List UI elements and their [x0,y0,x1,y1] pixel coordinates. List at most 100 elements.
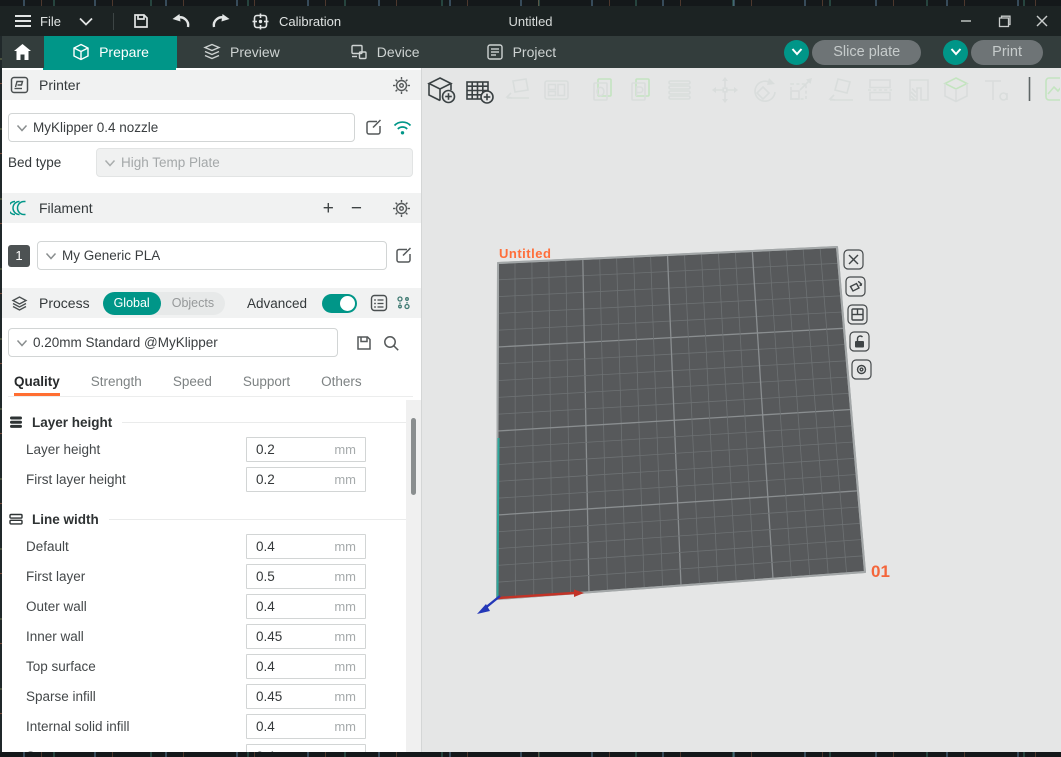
group-header: Line width [8,507,413,531]
add-object-icon[interactable] [429,78,455,103]
bed-type-label: Bed type [8,155,96,170]
orient-plate-button[interactable] [846,277,865,296]
filament-section-header: Filament + − [0,193,421,223]
tab-device[interactable]: Device [336,36,434,68]
maximize-button[interactable] [985,6,1023,36]
minimize-button[interactable] [947,6,985,36]
wifi-connection-icon[interactable] [392,119,413,136]
remove-filament-button[interactable]: − [351,199,362,218]
titlebar-separator [113,13,114,30]
build-plate[interactable] [497,247,865,599]
print-label[interactable]: Print [971,40,1043,65]
param-tab-strength[interactable]: Strength [91,374,142,396]
save-icon[interactable] [130,10,152,32]
file-menu[interactable]: File [40,14,61,29]
chevron-down-icon[interactable] [75,10,97,32]
printer-preset-combo[interactable]: MyKlipper 0.4 nozzle [8,113,355,142]
param-label: First layer height [26,472,246,487]
tab-prepare[interactable]: Prepare [44,36,177,68]
scope-objects[interactable]: Objects [161,292,225,315]
home-button[interactable] [0,36,44,68]
slice-plate-button[interactable]: Slice plate [784,40,921,65]
param-input[interactable]: 0.45mm [246,684,366,709]
tab-project[interactable]: Project [472,36,571,68]
param-value: 0.4 [256,719,334,734]
advanced-label: Advanced [247,296,307,311]
delete-plate-button[interactable] [844,250,863,269]
calibration-icon[interactable] [250,10,272,32]
hamburger-menu-icon[interactable] [12,10,34,32]
combo-chevron-icon [16,124,28,132]
param-value: 0.4 [256,659,334,674]
param-input[interactable]: 0.4mm [246,714,366,739]
group-title: Line width [32,512,99,527]
sidebar-scrollbar[interactable] [406,400,421,757]
param-input[interactable]: 0.4mm [246,654,366,679]
param-value: 0.45 [256,689,334,704]
param-input[interactable]: 0.5mm [246,564,366,589]
group-divider [122,422,413,423]
printer-settings-gear-icon[interactable] [392,76,411,95]
lock-plate-button[interactable] [850,332,869,351]
param-label: Outer wall [26,599,246,614]
scope-global[interactable]: Global [103,292,161,315]
slice-options-chevron-icon[interactable] [784,40,809,65]
param-row: Top surface0.4mm [0,651,421,681]
process-section-header: Process Global Objects Advanced [0,288,421,318]
tab-preview[interactable]: Preview [189,36,294,68]
viewport-toolbar [429,77,1060,103]
process-preset-combo[interactable]: 0.20mm Standard @MyKlipper [8,328,338,357]
sidebar-scrollbar-thumb[interactable] [411,418,416,495]
param-tab-speed[interactable]: Speed [173,374,212,396]
param-tab-quality[interactable]: Quality [14,374,60,396]
group-header: Layer height [8,410,413,434]
param-input[interactable]: 0.4mm [246,594,366,619]
redo-icon[interactable] [210,10,232,32]
undo-icon[interactable] [170,10,192,32]
add-plate-icon[interactable] [467,82,493,103]
close-button[interactable] [1023,6,1061,36]
save-preset-icon[interactable] [355,334,373,352]
param-tab-others[interactable]: Others [321,374,362,396]
arrange-plate-button[interactable] [848,305,867,324]
filament-settings-gear-icon[interactable] [392,199,411,218]
print-button[interactable]: Print [943,40,1043,65]
edit-filament-icon[interactable] [394,246,413,265]
param-label: Default [26,539,246,554]
add-filament-button[interactable]: + [323,199,334,218]
tab-project-label: Project [513,44,557,60]
objects-list-icon[interactable] [370,294,388,312]
group-title: Layer height [32,415,112,430]
search-preset-icon[interactable] [382,334,400,352]
param-label: Sparse infill [26,689,246,704]
combo-chevron-icon [45,252,57,260]
param-unit: mm [334,569,356,584]
text-tool-icon [985,81,1007,100]
param-row: Outer wall0.4mm [0,591,421,621]
calibration-label[interactable]: Calibration [279,14,341,29]
advanced-toggle[interactable] [322,294,357,313]
param-input[interactable]: 0.45mm [246,624,366,649]
param-row: Default0.4mm [0,531,421,561]
print-options-chevron-icon[interactable] [943,40,968,65]
rotate-tool-icon [755,78,775,101]
param-value: 0.2 [256,442,334,457]
slice-plate-label[interactable]: Slice plate [812,40,921,65]
param-value: 0.5 [256,569,334,584]
device-monitor-icon [350,43,368,61]
variable-layer-cube-icon [945,78,967,102]
params-dots-icon[interactable] [396,295,411,311]
param-tab-support[interactable]: Support [243,374,290,396]
process-scope-toggle: Global Objects [103,292,226,315]
param-input[interactable]: 0.4mm [246,534,366,559]
edit-printer-icon[interactable] [364,118,383,137]
param-label: Internal solid infill [26,719,246,734]
param-row: Sparse infill0.45mm [0,681,421,711]
filament-preset-combo[interactable]: My Generic PLA [37,241,387,270]
param-input[interactable]: 0.2mm [246,467,366,492]
param-input[interactable]: 0.2mm [246,437,366,462]
bed-type-combo[interactable]: High Temp Plate [96,148,413,177]
plate-settings-button[interactable] [852,360,871,379]
preview-layers-icon [203,43,221,61]
viewport-3d[interactable]: Untitled 01 [422,68,1061,757]
